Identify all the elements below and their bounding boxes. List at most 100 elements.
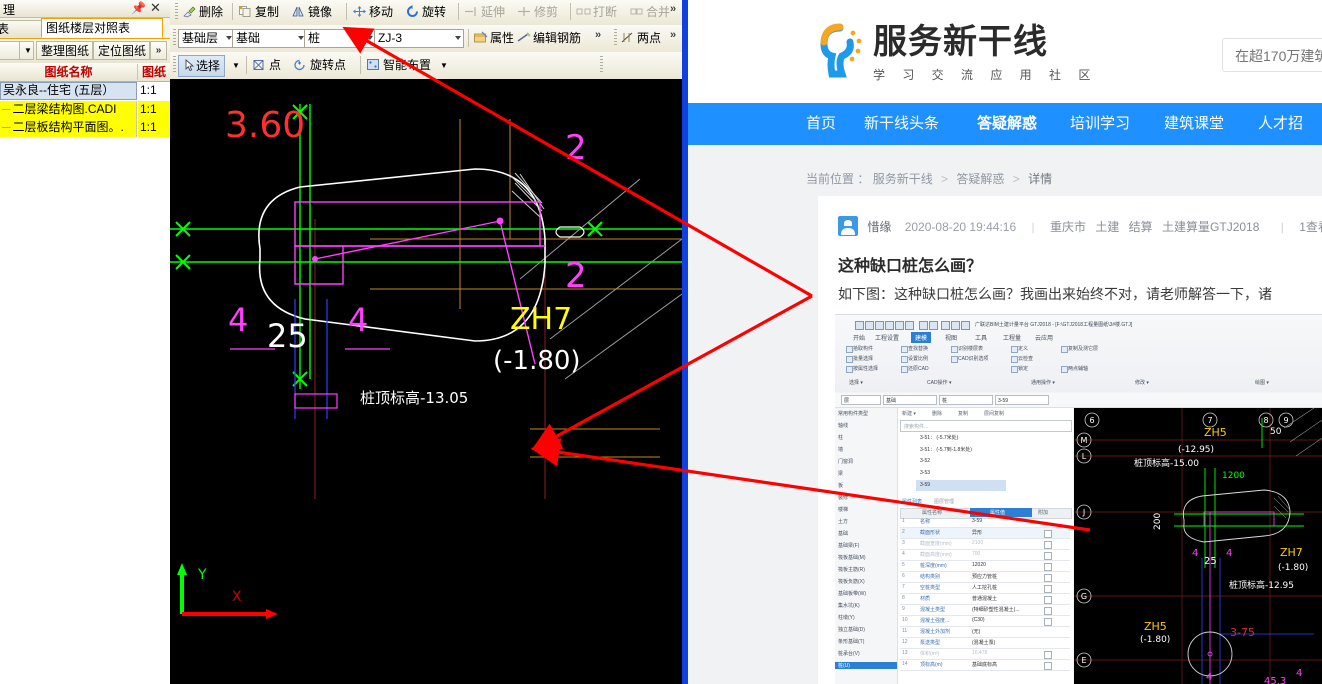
property-attach-checkbox[interactable] [1044, 596, 1052, 604]
select-tool-button[interactable]: 选择 [178, 55, 226, 77]
properties-button[interactable]: 属性 [473, 28, 514, 49]
ribbon-tab-start[interactable]: 开始 [853, 333, 865, 342]
property-attach-checkbox[interactable] [1044, 662, 1052, 670]
toolbar-overflow-icon[interactable]: » [670, 3, 676, 15]
table-row[interactable]: ─ 二层梁结构图.CADI 1:1 [0, 101, 170, 119]
ribbon-button-find-replace[interactable]: 查找替换 [908, 345, 928, 352]
nav-item-headlines[interactable]: 新干线头条 [864, 103, 939, 145]
list-toolbar-delete[interactable]: 删除 [932, 410, 942, 417]
tree-item-slab[interactable]: 板 [838, 482, 843, 489]
tree-item-axis[interactable]: 轴线 [838, 422, 848, 429]
tree-item-column[interactable]: 柱 [838, 434, 843, 441]
pin-icon[interactable]: 📌 [131, 1, 146, 15]
tree-item-foundation-band[interactable]: 基础板带(W) [838, 590, 866, 597]
toolbar-grip[interactable] [614, 29, 617, 46]
ribbon-tab-modeling[interactable]: 建模 [911, 332, 932, 343]
tree-item-pile-cap[interactable]: 桩承台(V) [838, 650, 860, 657]
list-toolbar-copy-between-floors[interactable]: 层间复制 [984, 410, 1004, 417]
tree-item-beam[interactable]: 梁 [838, 470, 843, 477]
post-tag-discipline[interactable]: 土建 [1095, 220, 1119, 234]
tree-item-isolated-foundation[interactable]: 独立基础(D) [838, 626, 865, 633]
drawing-button[interactable]: 纸 [0, 41, 20, 60]
cad-drawing-canvas[interactable]: 3.60 4 25 4 ZH7 (-1.80) 桩顶标高-13.05 2 2 Y… [170, 79, 682, 684]
search-box[interactable] [1222, 38, 1322, 72]
organize-drawings-button[interactable]: 整理图纸 [36, 41, 93, 60]
component-combo[interactable]: 桩 [304, 29, 376, 48]
ribbon-button-lock[interactable]: 锁定 [1018, 365, 1028, 372]
property-attach-checkbox[interactable] [1044, 574, 1052, 582]
toolbar-grip[interactable] [173, 29, 176, 46]
property-attach-checkbox[interactable] [1044, 651, 1052, 659]
nav-item-jobs[interactable]: 人才招 [1258, 103, 1303, 145]
tree-item-raft-main-rebar[interactable]: 筏板主筋(R) [838, 566, 865, 573]
toolbar-grip[interactable] [175, 3, 178, 20]
toolbar-grip[interactable] [173, 56, 176, 73]
tree-item-strip-foundation[interactable]: 条形基础(T) [838, 638, 864, 645]
tree-item-earthwork[interactable]: 土方 [838, 518, 848, 525]
mirror-button[interactable]: 镜像 [291, 2, 332, 23]
locate-drawings-button[interactable]: 定位图纸 [93, 41, 150, 60]
list-item[interactable]: 3-53 [920, 470, 930, 476]
ribbon-button-set-scale[interactable]: 设置比例 [908, 355, 928, 362]
tab-drawing-floor-table[interactable]: 图纸楼层对照表 [41, 18, 163, 38]
table-row[interactable]: 吴永良--住宅 (五层） 1:1 [0, 82, 170, 100]
toolbar-overflow-icon-2[interactable]: » [670, 29, 676, 41]
screenshot-member-combo[interactable]: 3-59 [995, 395, 1049, 405]
smart-layout-button[interactable]: 智能布置 [366, 55, 431, 76]
tree-item-stairs[interactable]: 楼梯 [838, 506, 848, 513]
property-attach-checkbox[interactable] [1044, 530, 1052, 538]
ribbon-button-cad-recognize-options[interactable]: CAD识别选项 [958, 355, 989, 362]
tree-item-foundation-beam[interactable]: 基础梁(F) [838, 542, 859, 549]
tree-item-pile[interactable]: 桩(U) [835, 662, 897, 669]
ribbon-button-restore-cad[interactable]: 还原CAD [908, 365, 929, 372]
property-attach-checkbox[interactable] [1044, 541, 1052, 549]
tab-property-list[interactable]: 属性列表 [902, 498, 922, 505]
ribbon-tab-project-settings[interactable]: 工程设置 [875, 333, 899, 342]
property-attach-checkbox[interactable] [1044, 552, 1052, 560]
post-tag-stage[interactable]: 结算 [1129, 220, 1153, 234]
ribbon-button-recognize-floor-table[interactable]: 识别楼层表 [958, 345, 983, 352]
tree-item-foundation[interactable]: 基础 [838, 530, 848, 537]
tree-item-sump[interactable]: 集水坑(K) [838, 602, 860, 609]
search-input[interactable] [1233, 45, 1322, 67]
delete-button[interactable]: 删除 [182, 2, 223, 23]
tab-component-list[interactable]: 件列表 [0, 20, 42, 38]
drawing-dropdown-icon[interactable]: ▼ [19, 41, 34, 60]
move-button[interactable]: 移动 [352, 2, 393, 23]
list-toolbar-copy[interactable]: 复制 [958, 410, 968, 417]
table-row[interactable]: ─ 二层板结构平面图。. 1:1 [0, 119, 170, 137]
ribbon-button-two-point-axis[interactable]: 两点辅轴 [1068, 365, 1088, 372]
screenshot-floor-combo[interactable]: 层 [841, 395, 881, 405]
property-attach-checkbox[interactable] [1044, 563, 1052, 571]
ribbon-button-pick-component[interactable]: 拾取构件 [853, 345, 873, 352]
toolbar-grip-2[interactable] [600, 56, 603, 73]
member-combo[interactable]: ZJ-3 [374, 29, 464, 48]
ribbon-button-batch-select[interactable]: 批量选择 [853, 355, 873, 362]
toolbar-overflow-icon[interactable]: » [150, 41, 167, 60]
site-logo-icon[interactable] [806, 18, 872, 84]
component-search-box[interactable]: 搜索构件... [900, 420, 1072, 432]
embedded-screenshot[interactable]: 广联达BIM土建计量平台 GTJ2018 - [F:\GTJ2018工程量图纸\… [835, 314, 1322, 684]
edit-rebar-button[interactable]: 编辑钢筋 [516, 28, 581, 49]
rotate-button[interactable]: 旋转 [405, 2, 446, 23]
ribbon-tab-quantity[interactable]: 工程量 [1003, 333, 1021, 342]
tree-item-raft-negative-rebar[interactable]: 筏板负筋(X) [838, 578, 865, 585]
toolbar-overflow-icon[interactable]: » [595, 29, 601, 41]
nav-item-qa[interactable]: 答疑解惑 [977, 103, 1037, 145]
tree-item-door-window[interactable]: 门窗洞 [838, 458, 853, 465]
nav-item-classroom[interactable]: 建筑课堂 [1164, 103, 1224, 145]
ribbon-tab-cloud[interactable]: 云应用 [1035, 333, 1053, 342]
tree-item-wall[interactable]: 墙 [838, 446, 843, 453]
ribbon-tab-tools[interactable]: 工具 [975, 333, 987, 342]
ribbon-button-select-by-property[interactable]: 按属性选择 [853, 365, 878, 372]
post-tag-region[interactable]: 重庆市 [1050, 220, 1086, 234]
list-item[interactable]: 3-51： (-5.7米处) [920, 434, 958, 441]
list-item[interactable]: 3-59 [920, 482, 930, 488]
tab-layer-manager[interactable]: 图层管理 [934, 498, 954, 505]
list-item[interactable]: 3-51： (-5.7到-1.8米处) [920, 446, 972, 453]
post-author[interactable]: 惜缘 [867, 220, 891, 234]
ribbon-tab-view[interactable]: 视图 [945, 333, 957, 342]
smart-layout-dropdown-icon[interactable]: ▼ [440, 55, 448, 76]
ribbon-button-copy-to-other-floor[interactable]: 复制及测它层 [1068, 345, 1098, 352]
nav-item-home[interactable]: 首页 [806, 103, 836, 145]
